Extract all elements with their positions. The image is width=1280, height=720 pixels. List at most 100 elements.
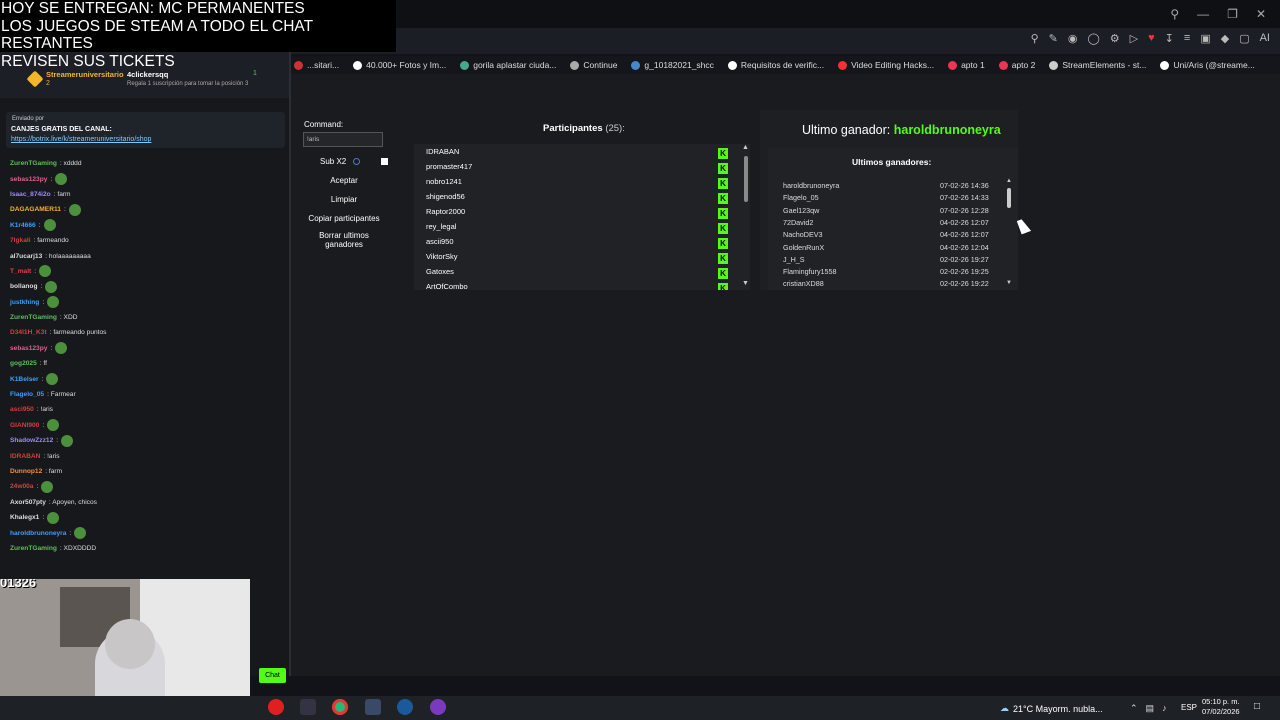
pinned-link[interactable]: https://botrix.live/k/streameruniversita…: [11, 136, 151, 143]
copy-participants-button[interactable]: Copiar participantes: [304, 214, 384, 223]
streamer-name[interactable]: Streameruniversitario: [46, 70, 124, 79]
winner-name: GoldenRunX: [783, 242, 825, 252]
chat-username[interactable]: al7ucarj13: [10, 253, 42, 260]
chat-username[interactable]: 7lgkali: [10, 237, 31, 244]
chat-username[interactable]: K1r4666: [10, 222, 36, 229]
gifter-name[interactable]: 4clickersqq: [127, 70, 168, 79]
clear-button[interactable]: Limpiar: [304, 195, 384, 204]
scroll-down-icon[interactable]: ▼: [742, 280, 749, 287]
app-icon[interactable]: [300, 699, 316, 715]
notification-icon[interactable]: □: [1254, 701, 1260, 712]
chat-username[interactable]: sebas123py: [10, 345, 47, 352]
extension-icon[interactable]: ⚙: [1110, 32, 1120, 45]
camera-icon[interactable]: ◉: [1068, 32, 1078, 45]
pinned-message[interactable]: Enviado por CANJES GRATIS DEL CANAL: htt…: [6, 112, 285, 148]
ai-icon[interactable]: AI: [1260, 32, 1270, 45]
clock-time: 05:10 p. m.: [1202, 697, 1240, 706]
restore-icon[interactable]: ❐: [1227, 7, 1238, 21]
chat-username[interactable]: K1Belser: [10, 376, 39, 383]
info-icon[interactable]: [353, 158, 360, 165]
heart-icon[interactable]: ♥: [1148, 32, 1155, 45]
menu-icon[interactable]: ≡: [1184, 32, 1190, 45]
scroll-up-icon[interactable]: ▲: [742, 144, 749, 151]
chat-username[interactable]: bollanog: [10, 283, 37, 290]
weather-widget[interactable]: ☁ 21°C Mayorm. nubla...: [1000, 703, 1103, 714]
chat-username[interactable]: GIANI900: [10, 422, 39, 429]
pinned-sent-by: Enviado por: [12, 116, 45, 122]
accept-button[interactable]: Aceptar: [304, 176, 384, 185]
chat-message: sebas123py:: [10, 171, 286, 186]
chat-username[interactable]: ZurenTGaming: [10, 545, 57, 552]
chrome-icon[interactable]: [332, 699, 348, 715]
chat-username[interactable]: DAGAGAMER11: [10, 206, 61, 213]
winners-scrollbar[interactable]: [1007, 188, 1011, 208]
chat-text: :: [34, 267, 37, 275]
chat-button[interactable]: Chat: [259, 668, 286, 683]
bookmark-item[interactable]: StreamElements - st...: [1049, 60, 1146, 70]
bookmark-item[interactable]: apto 2: [998, 60, 1035, 70]
close-icon[interactable]: ✕: [1256, 7, 1266, 21]
language-indicator[interactable]: ESP: [1181, 703, 1197, 712]
shield-icon[interactable]: ◯: [1087, 32, 1099, 45]
participants-scrollbar[interactable]: [744, 156, 748, 202]
chat-username[interactable]: D34I1H_K3t: [10, 329, 47, 336]
discord-icon[interactable]: [430, 699, 446, 715]
sub-x2-checkbox[interactable]: [381, 158, 388, 165]
chat-username[interactable]: T_malt: [10, 268, 31, 275]
bookmark-icon: [460, 60, 470, 70]
bookmark-item[interactable]: Requisitos de verific...: [727, 60, 824, 70]
delete-winners-button[interactable]: Borrar ultimos ganadores: [304, 231, 384, 249]
chat-text: : XDD: [59, 314, 78, 322]
chat-username[interactable]: haroldbrunoneyra: [10, 530, 66, 537]
bookmark-item[interactable]: apto 1: [948, 60, 985, 70]
chat-username[interactable]: asci950: [10, 406, 34, 413]
chat-username[interactable]: IDRABAN: [10, 453, 40, 460]
chat-username[interactable]: 24w00a: [10, 483, 33, 490]
kick-badge-icon: K: [718, 193, 728, 204]
zoom-icon[interactable]: ⚲: [1031, 32, 1039, 45]
chat-message: ZurenTGaming: XDXDDDD: [10, 541, 286, 556]
wallet-icon[interactable]: ▣: [1200, 32, 1210, 45]
bookmark-label: apto 1: [961, 60, 985, 70]
chat-username[interactable]: Dunnop12: [10, 468, 42, 475]
bookmark-item[interactable]: Uni/Aris (@streame...: [1160, 60, 1255, 70]
command-input[interactable]: !aris: [303, 132, 383, 147]
chat-username[interactable]: gog2025: [10, 360, 37, 367]
chat-username[interactable]: Khalegx1: [10, 514, 39, 521]
search-icon[interactable]: ⚲: [1170, 7, 1179, 21]
kick-badge-icon: K: [718, 223, 728, 234]
winner-date: 02-02-26 19:22: [940, 279, 989, 289]
participants-list[interactable]: ▲ ▼ IDRABAN Kpromaster417 Knobro1241 Kshige…: [414, 144, 750, 290]
chat-username[interactable]: Axor507pty: [10, 499, 46, 506]
emote-icon: [47, 511, 60, 524]
bookmark-item[interactable]: Video Editing Hacks...: [838, 60, 934, 70]
play-icon[interactable]: ▷: [1130, 32, 1138, 45]
winners-scroll-down-icon[interactable]: ▼: [1006, 280, 1012, 286]
opera-icon[interactable]: [268, 699, 284, 715]
volume-icon[interactable]: ♪: [1162, 703, 1167, 714]
edit-icon[interactable]: ✎: [1049, 32, 1058, 45]
chat-username[interactable]: ZurenTGaming: [10, 314, 57, 321]
bookmark-item[interactable]: gorila aplastar ciuda...: [460, 60, 556, 70]
bookmark-item[interactable]: Continue: [570, 60, 617, 70]
chat-username[interactable]: sebas123py: [10, 176, 47, 183]
chat-text: : Farmear: [47, 391, 76, 399]
files-icon[interactable]: [365, 699, 381, 715]
bookmark-label: Continue: [583, 60, 618, 70]
chat-username[interactable]: Isaac_874i2o: [10, 191, 51, 198]
winners-scroll-up-icon[interactable]: ▲: [1006, 178, 1012, 184]
chat-username[interactable]: Flagelo_05: [10, 391, 44, 398]
clock[interactable]: 05:10 p. m. 07/02/2026: [1202, 697, 1240, 717]
minimize-icon[interactable]: —: [1197, 7, 1209, 21]
network-icon[interactable]: ▤: [1146, 703, 1155, 714]
cube-icon[interactable]: ▢: [1239, 32, 1249, 45]
tray-arrow-icon[interactable]: ⌃: [1130, 703, 1138, 714]
download-icon[interactable]: ↧: [1165, 32, 1174, 45]
steam-icon[interactable]: [397, 699, 413, 715]
kick-badge-icon: K: [718, 178, 728, 189]
chat-username[interactable]: ZurenTGaming: [10, 160, 57, 167]
chat-username[interactable]: ShadowZzz12: [10, 437, 53, 444]
bookmark-item[interactable]: g_10182021_shcc: [631, 60, 714, 70]
diamond-icon[interactable]: ◆: [1221, 32, 1229, 45]
chat-username[interactable]: justkhing: [10, 299, 39, 306]
